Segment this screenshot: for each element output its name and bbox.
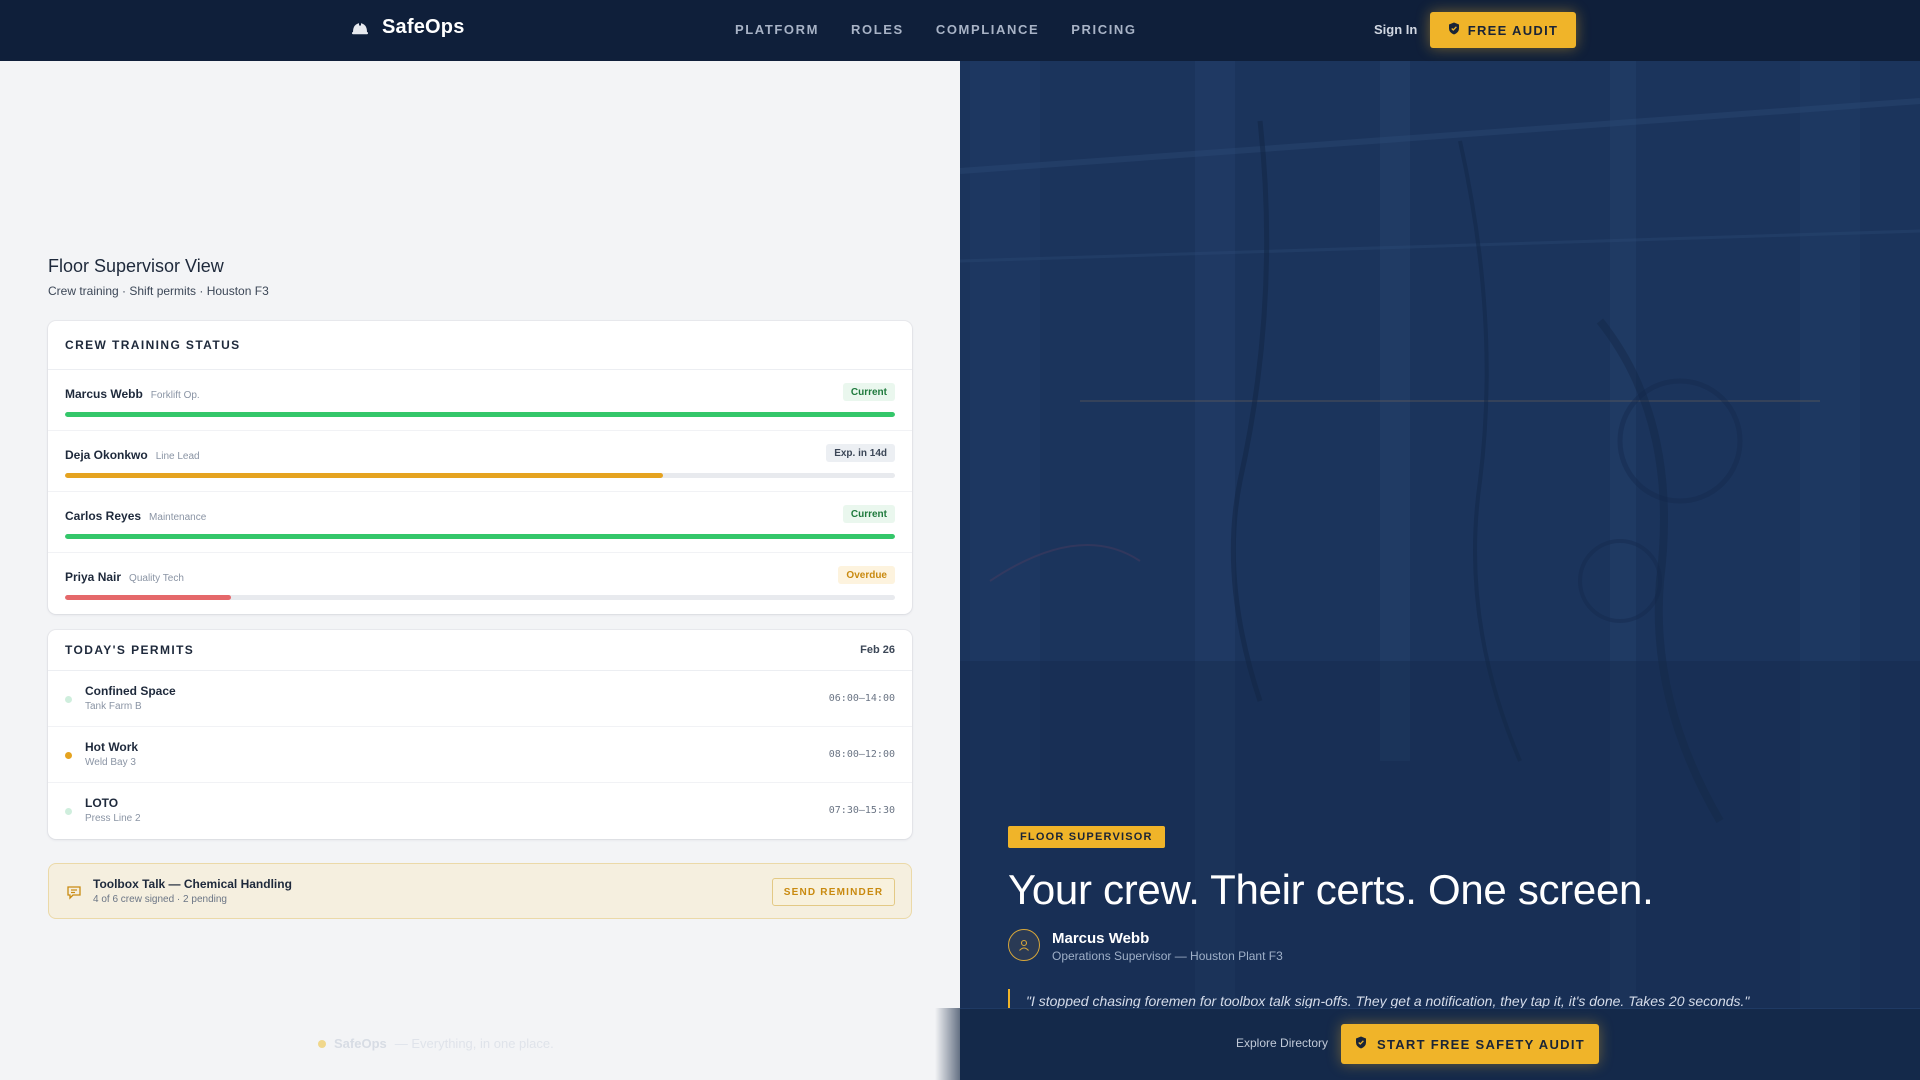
status-badge: Exp. in 14d xyxy=(826,444,895,462)
start-audit-label: START FREE SAFETY AUDIT xyxy=(1376,1036,1586,1052)
explore-directory-link[interactable]: Explore Directory xyxy=(1236,1036,1328,1050)
permit-location: Press Line 2 xyxy=(85,813,141,824)
status-dot xyxy=(65,752,72,759)
permit-row[interactable]: Confined Space Tank Farm B 06:00–14:00 xyxy=(48,671,912,727)
status-badge: Current xyxy=(842,505,895,523)
toolbox-subtitle: 4 of 6 crew signed · 2 pending xyxy=(93,894,227,905)
nav-link-pricing[interactable]: PRICING xyxy=(1071,22,1136,37)
card-header: TODAY'S PERMITS Feb 26 xyxy=(48,630,912,671)
training-progress-bar xyxy=(65,534,895,539)
crew-row[interactable]: Deja Okonkwo Line Lead Exp. in 14d xyxy=(48,431,912,492)
user-icon xyxy=(1008,929,1040,961)
crew-row[interactable]: Priya Nair Quality Tech Overdue xyxy=(48,553,912,614)
permits-date: Feb 26 xyxy=(860,644,895,656)
testimonial-name: Marcus Webb xyxy=(1052,930,1150,947)
permit-location: Weld Bay 3 xyxy=(85,757,136,768)
permit-name: Confined Space xyxy=(85,684,176,698)
crew-training-card: CREW TRAINING STATUS Marcus Webb Forklif… xyxy=(48,321,912,614)
crew-role: Forklift Op. xyxy=(150,390,200,401)
free-audit-button[interactable]: FREE AUDIT xyxy=(1430,12,1576,48)
send-reminder-button[interactable]: SEND REMINDER xyxy=(772,878,895,906)
crew-name: Deja Okonkwo xyxy=(65,448,148,462)
hero-headline: Your crew. Their certs. One screen. xyxy=(1008,866,1654,913)
crew-name: Priya Nair xyxy=(65,570,122,584)
brand-name: SafeOps xyxy=(382,16,465,38)
progress-fill xyxy=(65,595,231,600)
brand-logo[interactable]: SafeOps xyxy=(350,16,465,39)
dashboard-panel: Floor Supervisor View Crew training · Sh… xyxy=(0,61,960,1080)
start-free-safety-audit-button[interactable]: START FREE SAFETY AUDIT xyxy=(1341,1024,1599,1064)
free-audit-label: FREE AUDIT xyxy=(1467,22,1559,38)
nav-link-platform[interactable]: PLATFORM xyxy=(735,22,819,37)
sign-in-link[interactable]: Sign In xyxy=(1374,22,1417,37)
crew-row[interactable]: Marcus Webb Forklift Op. Current xyxy=(48,370,912,431)
page-title: Floor Supervisor View xyxy=(48,256,224,276)
permit-row[interactable]: LOTO Press Line 2 07:30–15:30 xyxy=(48,783,912,839)
crew-name: Carlos Reyes xyxy=(65,509,142,523)
permit-name: Hot Work xyxy=(85,740,139,754)
progress-fill xyxy=(65,473,663,478)
status-dot xyxy=(65,696,72,703)
hero-panel: FLOOR SUPERVISOR Your crew. Their certs.… xyxy=(960,61,1920,1080)
crew-role: Quality Tech xyxy=(129,573,184,584)
training-progress-bar xyxy=(65,595,895,600)
card-title: TODAY'S PERMITS xyxy=(65,643,195,657)
permit-time: 08:00–12:00 xyxy=(828,749,895,760)
crew-name: Marcus Webb xyxy=(65,387,143,401)
footer-brand-line: SafeOps — Everything, in one place. xyxy=(318,1036,554,1051)
crew-row[interactable]: Carlos Reyes Maintenance Current xyxy=(48,492,912,553)
card-header: CREW TRAINING STATUS xyxy=(48,321,912,370)
status-badge: Current xyxy=(842,383,895,401)
hard-hat-icon xyxy=(350,17,370,39)
toolbox-talk-banner: Toolbox Talk — Chemical Handling 4 of 6 … xyxy=(48,863,912,919)
permits-card: TODAY'S PERMITS Feb 26 Confined Space Ta… xyxy=(48,630,912,839)
role-tag: FLOOR SUPERVISOR xyxy=(1008,826,1165,848)
toolbox-title: Toolbox Talk — Chemical Handling xyxy=(93,877,292,891)
permit-time: 07:30–15:30 xyxy=(828,805,895,816)
status-dot xyxy=(65,808,72,815)
permit-location: Tank Farm B xyxy=(85,701,142,712)
crew-role: Maintenance xyxy=(149,512,207,523)
permit-name: LOTO xyxy=(85,796,119,810)
crew-role: Line Lead xyxy=(155,451,200,462)
factory-background-illustration xyxy=(960,61,1920,1080)
status-badge: Overdue xyxy=(838,566,895,584)
nav-link-compliance[interactable]: COMPLIANCE xyxy=(936,22,1039,37)
shield-icon xyxy=(1355,1036,1367,1052)
footer-tagline: — Everything, in one place. xyxy=(394,1036,554,1051)
progress-fill xyxy=(65,534,895,539)
permit-row[interactable]: Hot Work Weld Bay 3 08:00–12:00 xyxy=(48,727,912,783)
page-subtitle: Crew training · Shift permits · Houston … xyxy=(48,284,269,298)
brand-dot-icon xyxy=(318,1039,326,1048)
nav-links: PLATFORM ROLES COMPLIANCE PRICING xyxy=(735,22,1137,37)
nav-link-roles[interactable]: ROLES xyxy=(851,22,904,37)
training-progress-bar xyxy=(65,412,895,417)
progress-fill xyxy=(65,412,895,417)
shield-icon xyxy=(1448,22,1460,38)
training-progress-bar xyxy=(65,473,895,478)
testimonial-title: Operations Supervisor — Houston Plant F3 xyxy=(1052,949,1283,963)
footer-brand: SafeOps xyxy=(334,1036,387,1051)
chat-bubble-icon xyxy=(66,884,82,900)
top-navigation: SafeOps PLATFORM ROLES COMPLIANCE PRICIN… xyxy=(0,0,1920,61)
permit-time: 06:00–14:00 xyxy=(828,693,895,704)
card-title: CREW TRAINING STATUS xyxy=(65,338,241,352)
